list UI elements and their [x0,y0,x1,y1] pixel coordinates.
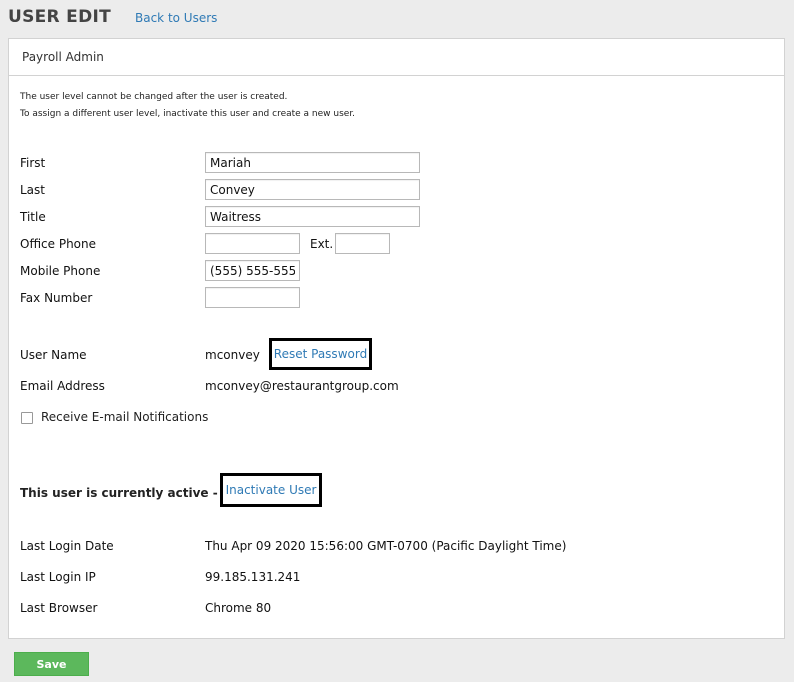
last-login-date-label: Last Login Date [20,539,114,553]
last-login-ip-label: Last Login IP [20,570,96,584]
last-login-date-value: Thu Apr 09 2020 15:56:00 GMT-0700 (Pacif… [205,539,567,553]
mobile-phone-label: Mobile Phone [20,264,101,278]
ext-label: Ext. [310,237,334,251]
username-value: mconvey [205,348,260,362]
mobile-phone-input[interactable] [205,260,300,281]
last-browser-value: Chrome 80 [205,601,272,615]
last-name-input[interactable] [205,179,420,200]
email-value: mconvey@restaurantgroup.com [205,379,399,393]
fax-number-label: Fax Number [20,291,93,305]
office-phone-label: Office Phone [20,237,97,251]
fax-number-input[interactable] [205,287,300,308]
title-label: Title [20,210,46,224]
first-name-input[interactable] [205,152,420,173]
user-status-text: This user is currently active - [20,486,218,500]
office-phone-input[interactable] [205,233,300,254]
notice-line-1: The user level cannot be changed after t… [20,92,288,102]
save-button[interactable]: Save [14,652,89,676]
page-title: USER EDIT [8,7,112,27]
email-notifications-checkbox[interactable] [21,412,33,424]
last-label: Last [20,183,45,197]
ext-input[interactable] [335,233,390,254]
last-browser-label: Last Browser [20,601,98,615]
panel-header: Payroll Admin [9,39,784,76]
first-label: First [20,156,46,170]
title-input[interactable] [205,206,420,227]
last-login-ip-value: 99.185.131.241 [205,570,301,584]
inactivate-user-link[interactable]: Inactivate User [220,473,322,507]
user-edit-panel: Payroll Admin The user level cannot be c… [8,38,785,639]
notice-line-2: To assign a different user level, inacti… [20,109,356,119]
back-to-users-link[interactable]: Back to Users [135,11,217,25]
email-notifications-label[interactable]: Receive E-mail Notifications [41,410,208,424]
username-label: User Name [20,348,87,362]
email-label: Email Address [20,379,105,393]
reset-password-link[interactable]: Reset Password [269,338,372,370]
